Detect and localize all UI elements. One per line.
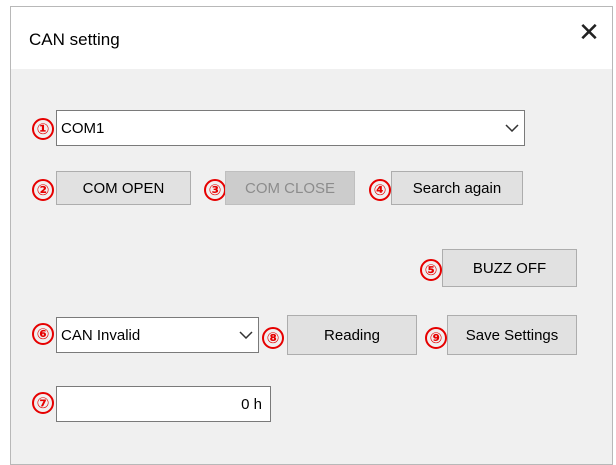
com-close-button[interactable]: COM CLOSE — [225, 171, 355, 205]
search-again-button[interactable]: Search again — [391, 171, 523, 205]
marker-4: ④ — [369, 179, 391, 201]
com-port-select-value: COM1 — [61, 119, 105, 137]
marker-5: ⑤ — [420, 259, 442, 281]
close-icon[interactable]: ✕ — [574, 17, 604, 47]
buzz-off-button[interactable]: BUZZ OFF — [442, 249, 577, 287]
marker-7: ⑦ — [32, 392, 54, 414]
marker-2: ② — [32, 179, 54, 201]
marker-8: ⑧ — [262, 327, 284, 349]
title-bar: CAN setting ✕ — [11, 7, 612, 69]
marker-9: ⑨ — [425, 327, 447, 349]
chevron-down-icon — [500, 111, 524, 145]
marker-1: ① — [32, 118, 54, 140]
marker-6: ⑥ — [32, 323, 54, 345]
window-title: CAN setting — [29, 30, 120, 49]
com-open-button[interactable]: COM OPEN — [56, 171, 191, 205]
reading-button[interactable]: Reading — [287, 315, 417, 355]
can-mode-select-value: CAN Invalid — [61, 326, 141, 344]
save-settings-button[interactable]: Save Settings — [447, 315, 577, 355]
can-setting-dialog: CAN setting ✕ ① COM1 ② COM OPEN ③ COM CL… — [10, 6, 613, 465]
can-mode-select[interactable]: CAN Invalid — [56, 317, 259, 353]
chevron-down-icon — [234, 318, 258, 352]
marker-3: ③ — [204, 179, 226, 201]
com-port-select[interactable]: COM1 — [56, 110, 525, 146]
can-id-input[interactable]: 0 h — [56, 386, 271, 422]
